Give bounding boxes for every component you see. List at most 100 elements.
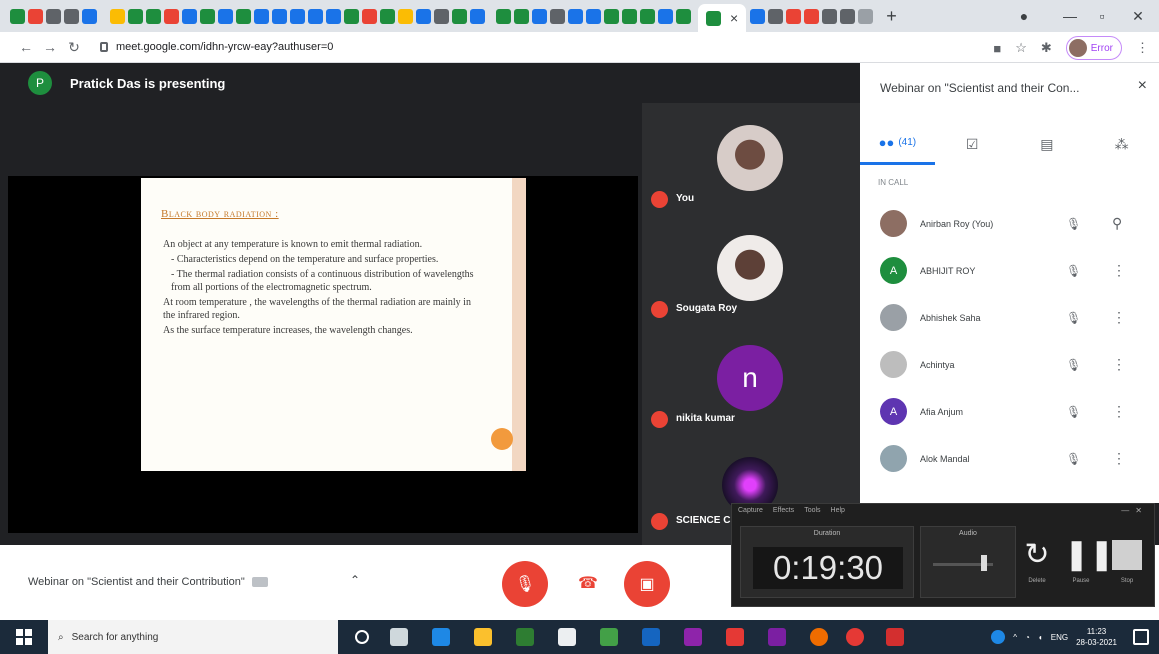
tab-favicon-icon[interactable] [822, 8, 838, 24]
menu-item-tools[interactable]: Tools [804, 507, 820, 514]
tab-favicon-icon[interactable] [290, 8, 305, 24]
language-indicator[interactable]: ENG [1051, 633, 1068, 642]
tab-activities[interactable]: ⁂ [1084, 123, 1159, 165]
tab-favicon-icon[interactable] [840, 8, 856, 24]
file-explorer-icon[interactable] [474, 628, 492, 646]
tab-favicon-icon[interactable] [750, 8, 766, 24]
tab-favicon-icon[interactable] [604, 8, 619, 24]
excel-icon[interactable] [516, 628, 534, 646]
tab-favicon-icon[interactable] [470, 8, 485, 24]
participant-tile[interactable]: You [642, 103, 860, 213]
app-icon[interactable] [726, 628, 744, 646]
leave-call-button[interactable]: ☎ [565, 571, 611, 595]
tab-favicon-icon[interactable] [362, 8, 377, 24]
meeting-details[interactable]: Webinar on "Scientist and their Contribu… [28, 576, 268, 588]
word-icon[interactable] [642, 628, 660, 646]
pin-icon[interactable]: ⚲ [1112, 215, 1122, 232]
windows-start-icon[interactable] [16, 629, 32, 645]
maximize-button[interactable]: ▫ [1082, 0, 1122, 32]
extensions-icon[interactable]: ✱ [1041, 40, 1052, 56]
tab-favicon-icon[interactable] [164, 8, 179, 24]
participant-row[interactable]: Alok Mandal 🎙 ⋮ [860, 435, 1159, 482]
task-view-icon[interactable] [390, 628, 408, 646]
url-field[interactable]: meet.google.com/idhn-yrcw-eay?authuser=0 [100, 41, 333, 53]
tab-favicon-icon[interactable] [380, 8, 395, 24]
tab-favicon-icon[interactable] [496, 8, 511, 24]
audio-level-knob[interactable] [981, 555, 987, 571]
menu-item-help[interactable]: Help [831, 507, 845, 514]
more-options-icon[interactable]: ⋮ [1112, 309, 1126, 326]
mic-toggle-button[interactable]: 🎙 [502, 561, 548, 607]
stop-button[interactable]: Stop [1110, 540, 1144, 584]
onenote-icon[interactable] [768, 628, 786, 646]
tab-favicon-icon[interactable] [514, 8, 529, 24]
pause-button[interactable]: ❚❚ Pause [1064, 540, 1114, 585]
tab-favicon-icon[interactable] [622, 8, 637, 24]
camtasia-icon[interactable] [600, 628, 618, 646]
tab-favicon-icon[interactable] [326, 8, 341, 24]
participant-row[interactable]: Anirban Roy (You) 🎙 ⚲ [860, 200, 1159, 247]
tab-favicon-icon[interactable] [550, 8, 565, 24]
camera-toggle-button[interactable]: ▣ [624, 561, 670, 607]
tab-close-icon[interactable]: × [730, 10, 738, 26]
tab-favicon-icon[interactable] [532, 8, 547, 24]
tab-favicon-icon[interactable] [254, 8, 269, 24]
tab-favicon-icon[interactable] [46, 8, 61, 24]
camera-indicator-icon[interactable]: ■ [993, 41, 1001, 56]
more-options-icon[interactable]: ⋮ [1112, 356, 1126, 373]
menu-item-effects[interactable]: Effects [773, 507, 794, 514]
more-options-icon[interactable]: ⋮ [1112, 403, 1126, 420]
tab-favicon-icon[interactable] [10, 8, 25, 24]
tab-active[interactable]: × [698, 4, 747, 32]
new-tab-button[interactable]: + [886, 6, 897, 27]
tab-favicon-icon[interactable] [110, 8, 125, 24]
tab-favicon-icon[interactable] [398, 8, 413, 24]
volume-icon[interactable]: ◖ [1038, 633, 1043, 642]
lock-icon[interactable] [100, 42, 108, 52]
wifi-icon[interactable]: ◔ [1025, 633, 1030, 642]
tab-favicon-icon[interactable] [640, 8, 655, 24]
tab-favicon-icon[interactable] [128, 8, 143, 24]
reload-icon[interactable]: ↻ [62, 39, 86, 56]
notepad-icon[interactable] [558, 628, 576, 646]
tab-favicon-icon[interactable] [236, 8, 251, 24]
tab-favicon-icon[interactable] [858, 8, 874, 24]
menu-kebab-icon[interactable]: ⋮ [1136, 40, 1149, 56]
participant-row[interactable]: A Afia Anjum 🎙 ⋮ [860, 388, 1159, 435]
help-icon[interactable] [991, 630, 1006, 644]
tab-search-icon[interactable]: ● [1004, 0, 1044, 32]
tab-favicon-icon[interactable] [272, 8, 287, 24]
recorder-window-controls[interactable]: —✕ [1121, 506, 1148, 515]
taskbar-search[interactable]: ⌕ Search for anything [48, 620, 338, 654]
firefox-icon[interactable] [810, 628, 828, 646]
edge-icon[interactable] [432, 628, 450, 646]
forward-arrow-icon[interactable]: → [38, 39, 62, 55]
tab-chat[interactable]: ☑ [935, 123, 1010, 165]
delete-button[interactable]: ↻ Delete [1020, 540, 1054, 585]
taskbar-clock[interactable]: 11:23 28-03-2021 [1076, 626, 1117, 648]
close-window-button[interactable]: ✕ [1118, 0, 1158, 32]
tab-favicon-icon[interactable] [804, 8, 820, 24]
tab-favicon-icon[interactable] [308, 8, 323, 24]
tab-favicon-icon[interactable] [568, 8, 583, 24]
tab-favicon-icon[interactable] [768, 8, 784, 24]
tab-favicon-icon[interactable] [182, 8, 197, 24]
tab-messages[interactable]: ▤ [1010, 123, 1085, 165]
tab-favicon-icon[interactable] [786, 8, 802, 24]
tab-favicon-icon[interactable] [434, 8, 449, 24]
more-options-icon[interactable]: ⋮ [1112, 262, 1126, 279]
tab-favicon-icon[interactable] [64, 8, 79, 24]
participant-row[interactable]: Achintya 🎙 ⋮ [860, 341, 1159, 388]
app-icon[interactable] [684, 628, 702, 646]
participant-row[interactable]: Abhishek Saha 🎙 ⋮ [860, 294, 1159, 341]
tab-favicon-icon[interactable] [658, 8, 673, 24]
tab-favicon-icon[interactable] [676, 8, 691, 24]
tab-favicon-icon[interactable] [82, 8, 97, 24]
tab-favicon-icon[interactable] [416, 8, 431, 24]
participant-tile[interactable]: n nikita kumar [642, 323, 860, 433]
tab-favicon-icon[interactable] [218, 8, 233, 24]
tab-favicon-icon[interactable] [28, 8, 43, 24]
participant-tile[interactable]: Sougata Roy [642, 213, 860, 323]
bookmark-star-icon[interactable]: ☆ [1015, 40, 1027, 56]
tab-favicon-icon[interactable] [452, 8, 467, 24]
